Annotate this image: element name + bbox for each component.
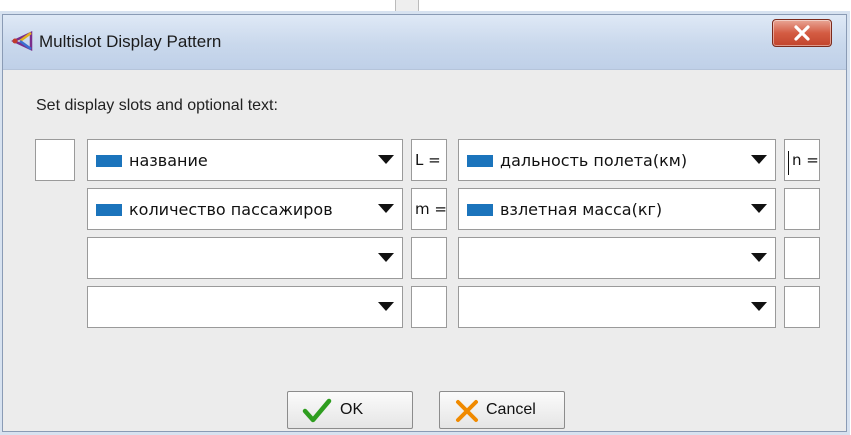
- slot-color-chip: [96, 155, 122, 167]
- slot-combo-row1-right[interactable]: дальность полета(км): [458, 139, 776, 181]
- chevron-down-icon: [751, 302, 767, 311]
- ok-button[interactable]: OK: [287, 391, 413, 429]
- text-field-row2-end[interactable]: [784, 188, 820, 230]
- text-field-value: L =: [415, 151, 441, 169]
- chevron-down-icon: [751, 155, 767, 164]
- chevron-down-icon: [751, 204, 767, 213]
- chevron-down-icon: [378, 302, 394, 311]
- text-field-row1-end[interactable]: n =: [784, 139, 820, 181]
- multislot-app-icon: [11, 31, 33, 51]
- prefix-text-field[interactable]: [35, 139, 75, 181]
- check-icon: [302, 398, 332, 423]
- text-field-row1-mid[interactable]: L =: [411, 139, 447, 181]
- dropdown-button[interactable]: [741, 140, 775, 180]
- chevron-down-icon: [751, 253, 767, 262]
- slot-value: дальность полета(км): [500, 151, 688, 170]
- slot-value: название: [129, 151, 208, 170]
- text-field-row3-end[interactable]: [784, 237, 820, 279]
- dropdown-button[interactable]: [741, 238, 775, 278]
- slot-combo-row2-right[interactable]: взлетная масса(кг): [458, 188, 776, 230]
- slot-combo-row4-right[interactable]: [458, 286, 776, 328]
- multislot-dialog: Multislot Display Pattern Set display sl…: [2, 14, 847, 432]
- dropdown-button[interactable]: [741, 287, 775, 327]
- prompt-label: Set display slots and optional text:: [36, 97, 278, 114]
- slot-combo-row2-left[interactable]: количество пассажиров: [87, 188, 403, 230]
- title-bar[interactable]: Multislot Display Pattern: [3, 15, 846, 70]
- slot-value: взлетная масса(кг): [500, 200, 663, 219]
- ok-label: OK: [340, 401, 364, 418]
- dropdown-button[interactable]: [741, 189, 775, 229]
- text-field-row4-end[interactable]: [784, 286, 820, 328]
- chevron-down-icon: [378, 253, 394, 262]
- text-field-row3-mid[interactable]: [411, 237, 447, 279]
- document-fragment: [395, 0, 419, 14]
- dropdown-button[interactable]: [368, 238, 402, 278]
- slot-color-chip: [467, 204, 493, 216]
- text-field-value: n =: [792, 151, 819, 169]
- slot-combo-row3-right[interactable]: [458, 237, 776, 279]
- dropdown-button[interactable]: [368, 140, 402, 180]
- slot-value: количество пассажиров: [129, 200, 333, 219]
- dropdown-button[interactable]: [368, 287, 402, 327]
- text-field-value: m =: [415, 200, 447, 218]
- chevron-down-icon: [378, 204, 394, 213]
- cancel-button[interactable]: Cancel: [439, 391, 565, 429]
- cancel-label: Cancel: [486, 401, 536, 418]
- text-field-row4-mid[interactable]: [411, 286, 447, 328]
- chevron-down-icon: [378, 155, 394, 164]
- dropdown-button[interactable]: [368, 189, 402, 229]
- window-title: Multislot Display Pattern: [39, 32, 222, 51]
- close-button[interactable]: [772, 19, 832, 47]
- dialog-content: Set display slots and optional text: наз…: [3, 70, 846, 431]
- close-icon: [794, 25, 810, 41]
- slot-combo-row1-left[interactable]: название: [87, 139, 403, 181]
- x-icon: [456, 400, 478, 422]
- slot-combo-row4-left[interactable]: [87, 286, 403, 328]
- text-field-row2-mid[interactable]: m =: [411, 188, 447, 230]
- slot-color-chip: [467, 155, 493, 167]
- slot-color-chip: [96, 204, 122, 216]
- slot-combo-row3-left[interactable]: [87, 237, 403, 279]
- text-caret: [788, 151, 789, 175]
